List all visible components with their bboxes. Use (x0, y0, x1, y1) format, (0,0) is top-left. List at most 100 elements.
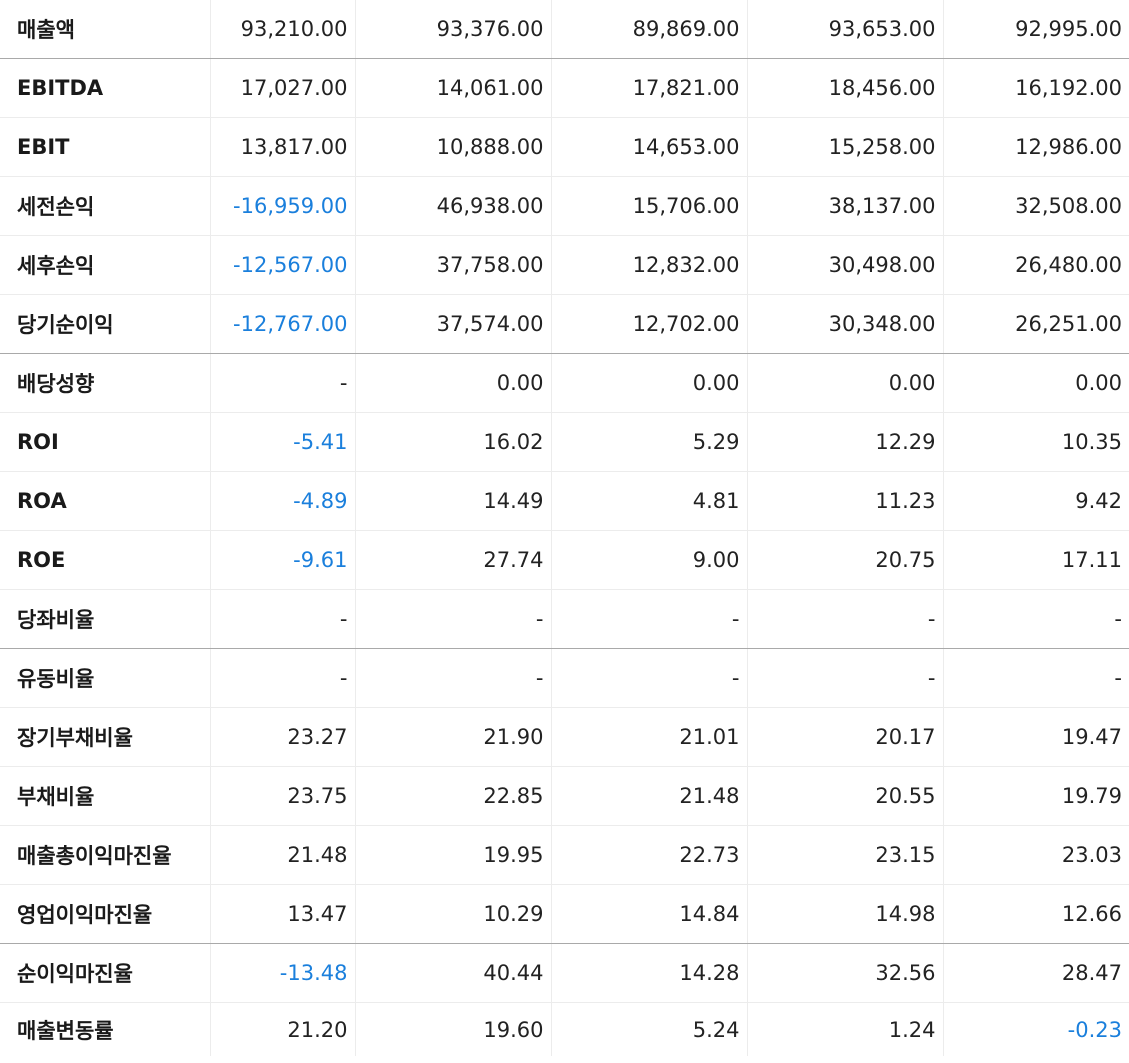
value-cell: 12,832.00 (550, 235, 747, 295)
value-cell: 9.00 (550, 530, 747, 590)
value-cell: 21.48 (209, 825, 355, 885)
table-row: EBITDA 17,027.00 14,061.00 17,821.00 18,… (0, 58, 1129, 118)
row-label: 유동비율 (0, 648, 210, 708)
table-row: 세전손익 -16,959.00 46,938.00 15,706.00 38,1… (0, 176, 1129, 236)
row-label: 장기부채비율 (0, 707, 210, 767)
value-cell: 21.48 (550, 766, 747, 826)
value-cell: 89,869.00 (550, 0, 747, 59)
row-label: 매출총이익마진율 (0, 825, 210, 885)
row-label: 세후손익 (0, 235, 210, 295)
value-cell: 16.02 (354, 412, 551, 472)
value-cell: 9.42 (942, 471, 1129, 531)
value-cell: - (209, 589, 355, 649)
value-cell: - (354, 589, 551, 649)
value-cell: -5.41 (209, 412, 355, 472)
value-cell: 12.66 (942, 884, 1129, 944)
table-row: EBIT 13,817.00 10,888.00 14,653.00 15,25… (0, 117, 1129, 177)
value-cell: 92,995.00 (942, 0, 1129, 59)
value-cell: 14.49 (354, 471, 551, 531)
row-label: 순이익마진율 (0, 943, 210, 1003)
table-body: 매출액 93,210.00 93,376.00 89,869.00 93,653… (0, 0, 1129, 1056)
value-cell: - (746, 648, 943, 708)
table-row: 세후손익 -12,567.00 37,758.00 12,832.00 30,4… (0, 235, 1129, 295)
value-cell: - (209, 648, 355, 708)
table-row: 영업이익마진율 13.47 10.29 14.84 14.98 12.66 (0, 884, 1129, 944)
value-cell: 32,508.00 (942, 176, 1129, 236)
row-label: EBITDA (0, 58, 210, 118)
value-cell: - (209, 353, 355, 413)
value-cell: 21.20 (209, 1002, 355, 1056)
value-cell: 38,137.00 (746, 176, 943, 236)
value-cell: 1.24 (746, 1002, 943, 1056)
table-row: 순이익마진율 -13.48 40.44 14.28 32.56 28.47 (0, 943, 1129, 1003)
value-cell: -0.23 (942, 1002, 1129, 1056)
value-cell: -12,767.00 (209, 294, 355, 354)
row-label: ROI (0, 412, 210, 472)
value-cell: 12,702.00 (550, 294, 747, 354)
value-cell: 0.00 (550, 353, 747, 413)
value-cell: 26,480.00 (942, 235, 1129, 295)
value-cell: 12,986.00 (942, 117, 1129, 177)
value-cell: 19.60 (354, 1002, 551, 1056)
value-cell: 30,348.00 (746, 294, 943, 354)
table-row: 당기순이익 -12,767.00 37,574.00 12,702.00 30,… (0, 294, 1129, 354)
value-cell: 23.15 (746, 825, 943, 885)
value-cell: 26,251.00 (942, 294, 1129, 354)
table-row: ROI -5.41 16.02 5.29 12.29 10.35 (0, 412, 1129, 472)
value-cell: 93,210.00 (209, 0, 355, 59)
value-cell: 15,706.00 (550, 176, 747, 236)
value-cell: 23.75 (209, 766, 355, 826)
row-label: ROA (0, 471, 210, 531)
value-cell: 5.29 (550, 412, 747, 472)
table-row: 매출총이익마진율 21.48 19.95 22.73 23.15 23.03 (0, 825, 1129, 885)
value-cell: - (354, 648, 551, 708)
value-cell: 5.24 (550, 1002, 747, 1056)
value-cell: 18,456.00 (746, 58, 943, 118)
value-cell: - (942, 648, 1129, 708)
value-cell: 19.47 (942, 707, 1129, 767)
table-row: 유동비율 - - - - - (0, 648, 1129, 708)
table-row: ROA -4.89 14.49 4.81 11.23 9.42 (0, 471, 1129, 531)
table-row: 매출액 93,210.00 93,376.00 89,869.00 93,653… (0, 0, 1129, 59)
value-cell: 30,498.00 (746, 235, 943, 295)
value-cell: 17.11 (942, 530, 1129, 590)
row-label: 당기순이익 (0, 294, 210, 354)
value-cell: 17,027.00 (209, 58, 355, 118)
value-cell: 27.74 (354, 530, 551, 590)
table-row: 당좌비율 - - - - - (0, 589, 1129, 649)
value-cell: 22.73 (550, 825, 747, 885)
value-cell: 14,061.00 (354, 58, 551, 118)
value-cell: 32.56 (746, 943, 943, 1003)
value-cell: 21.90 (354, 707, 551, 767)
value-cell: - (942, 589, 1129, 649)
value-cell: 10.35 (942, 412, 1129, 472)
row-label: 세전손익 (0, 176, 210, 236)
value-cell: 12.29 (746, 412, 943, 472)
value-cell: -13.48 (209, 943, 355, 1003)
value-cell: 23.03 (942, 825, 1129, 885)
value-cell: 20.75 (746, 530, 943, 590)
row-label: 부채비율 (0, 766, 210, 826)
value-cell: -9.61 (209, 530, 355, 590)
value-cell: 0.00 (746, 353, 943, 413)
value-cell: 10,888.00 (354, 117, 551, 177)
value-cell: - (550, 648, 747, 708)
value-cell: 20.17 (746, 707, 943, 767)
value-cell: 20.55 (746, 766, 943, 826)
table-row: 매출변동률 21.20 19.60 5.24 1.24 -0.23 (0, 1002, 1129, 1056)
value-cell: 23.27 (209, 707, 355, 767)
value-cell: -16,959.00 (209, 176, 355, 236)
value-cell: 19.95 (354, 825, 551, 885)
value-cell: 14.84 (550, 884, 747, 944)
value-cell: 93,653.00 (746, 0, 943, 59)
row-label: 영업이익마진율 (0, 884, 210, 944)
value-cell: - (746, 589, 943, 649)
row-label: 매출액 (0, 0, 210, 59)
value-cell: 37,758.00 (354, 235, 551, 295)
value-cell: 19.79 (942, 766, 1129, 826)
value-cell: 46,938.00 (354, 176, 551, 236)
value-cell: 40.44 (354, 943, 551, 1003)
table-row: 부채비율 23.75 22.85 21.48 20.55 19.79 (0, 766, 1129, 826)
value-cell: 10.29 (354, 884, 551, 944)
value-cell: -4.89 (209, 471, 355, 531)
